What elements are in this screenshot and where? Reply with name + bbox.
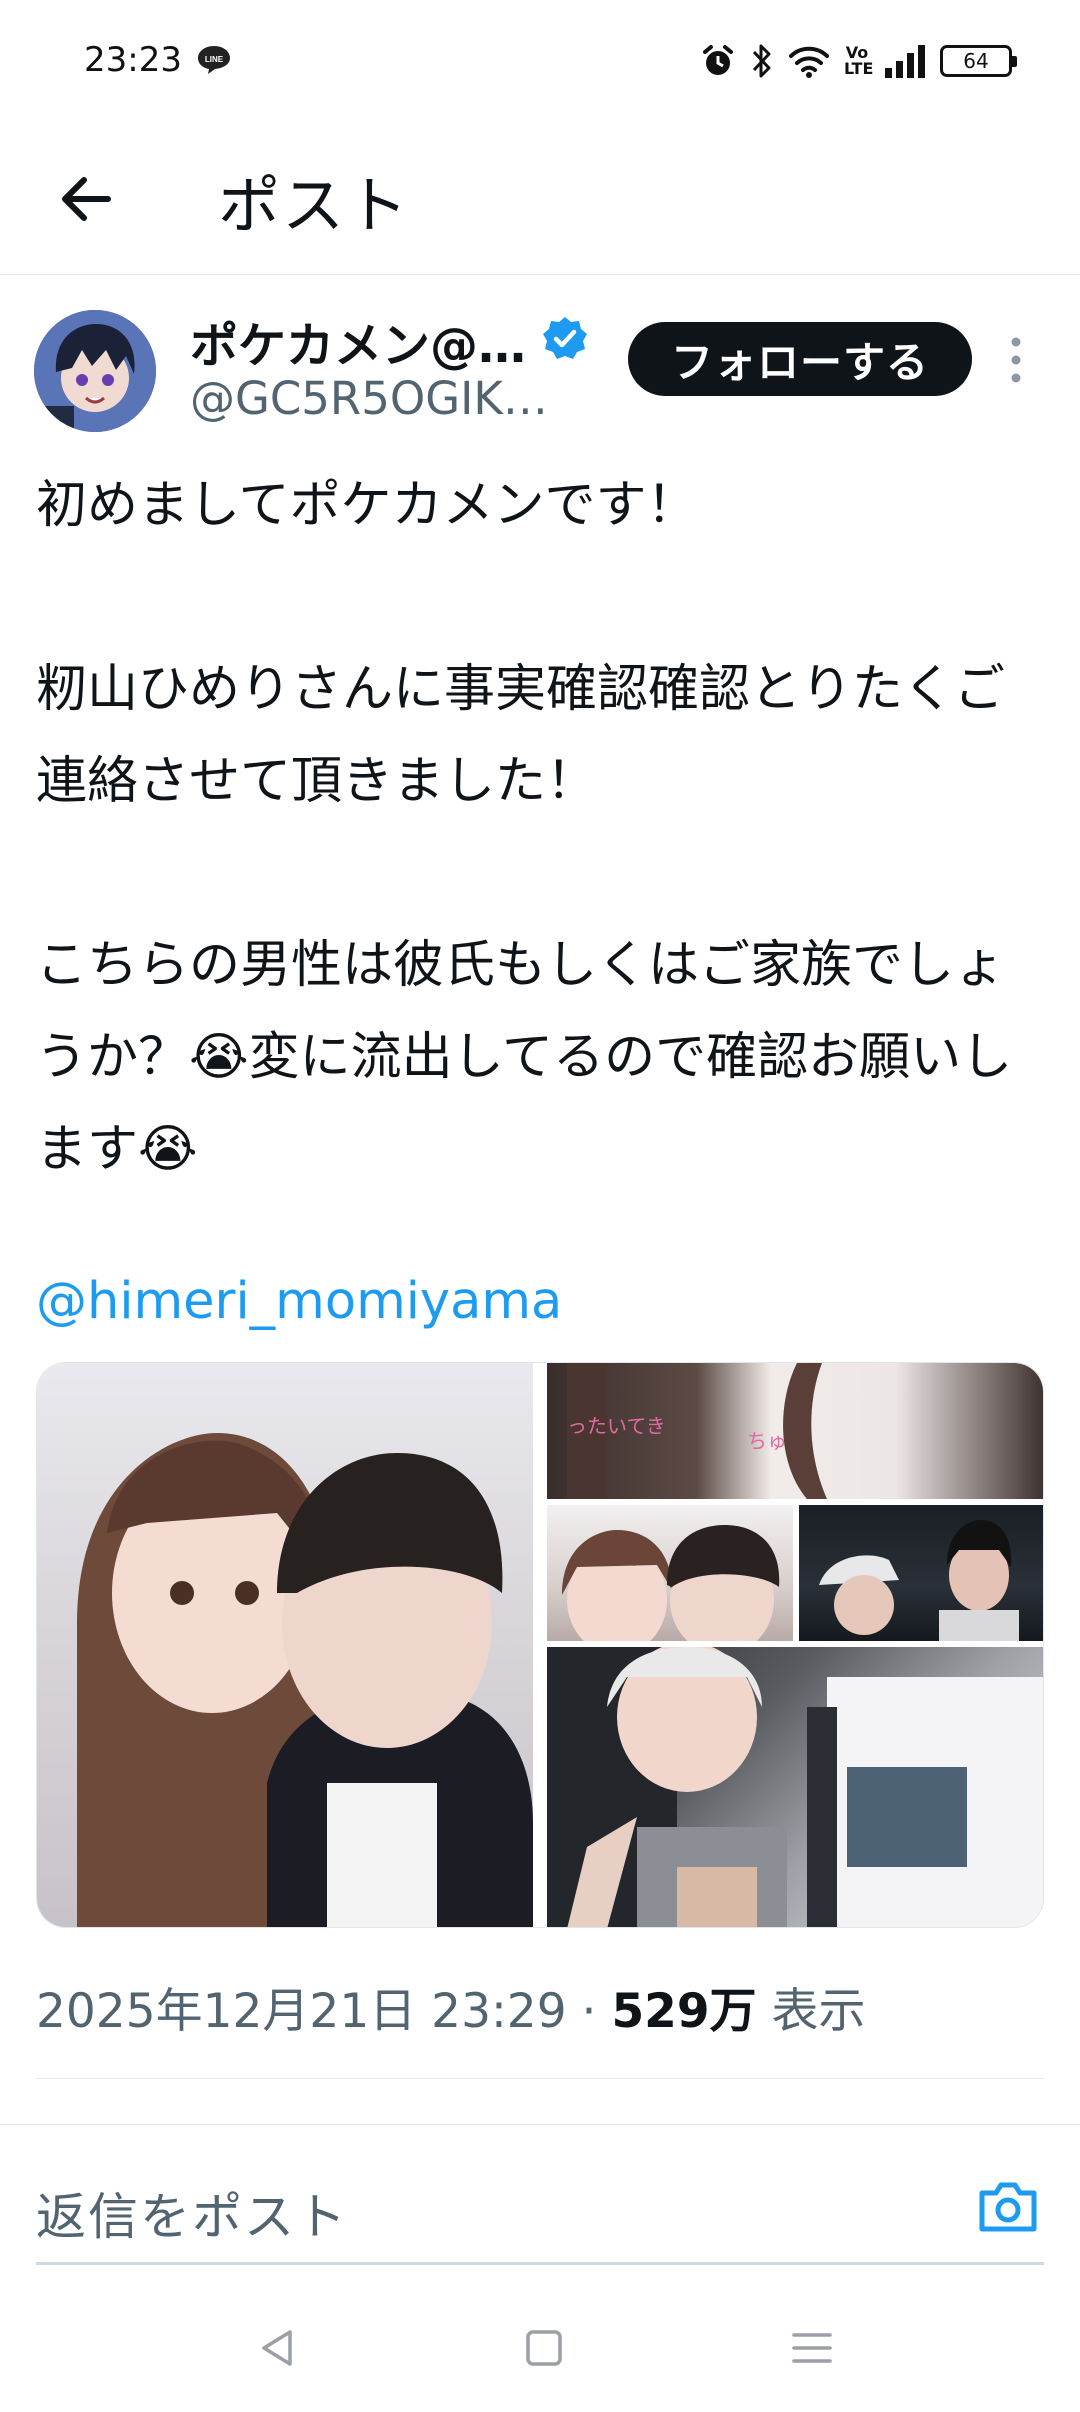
top-app-bar: ポスト [0,125,1080,275]
battery-level: 64 [963,49,989,73]
back-arrow-icon[interactable] [52,165,120,233]
page-title: ポスト [218,169,411,242]
tweet-text: 初めましてポケカメンです！ 籾山ひめりさんに事実確認確認とりたくご連絡させて頂き… [36,460,1046,1348]
author-display-name[interactable]: ポケカメン@… [190,306,526,376]
reply-bar: 返信をポスト [0,2124,1080,2262]
volte-icon: Vo LTE [844,43,874,78]
meta-separator: · [566,1984,612,2039]
tweet-paragraph-3: こちらの男性は彼氏もしくはご家族でしょうか？😭変に流出してるので確認お願いします… [36,936,1013,1179]
divider [36,2078,1044,2079]
reply-input-underline [36,2262,1044,2265]
view-count[interactable]: 529万 [611,1984,756,2039]
more-options-icon[interactable] [1002,332,1030,388]
nav-home-icon[interactable] [516,2320,572,2376]
tweet-meta: 2025年12月21日 23:29 · 529万 表示 [36,1972,866,2041]
wifi-icon [789,46,829,78]
avatar[interactable] [34,310,156,432]
author-handle[interactable]: @GC5R5OGIK… [190,372,548,425]
svg-text:LINE: LINE [205,55,224,64]
signal-icon [885,45,925,78]
battery-icon: 64 [940,45,1017,77]
status-bar: 23:23 LINE Vo LTE 64 [0,0,1080,125]
nav-back-icon[interactable] [250,2320,306,2376]
tweet-line-1: 初めましてポケカメンです！ [36,476,698,535]
alarm-icon [703,45,733,75]
media-photo-4[interactable] [799,1505,1043,1641]
media-photo-1[interactable] [37,1363,533,1927]
reply-input[interactable]: 返信をポスト [36,2177,348,2249]
tweet-paragraph-2: 籾山ひめりさんに事実確認確認とりたくご連絡させて頂きました！ [36,660,1006,811]
line-app-icon: LINE [198,46,230,74]
camera-icon[interactable] [976,2177,1040,2235]
system-nav-bar [0,2280,1080,2412]
media-photo-5[interactable] [547,1647,1043,1927]
follow-button[interactable]: フォローする [628,322,972,396]
nav-menu-icon[interactable] [784,2320,840,2376]
verified-badge-icon [543,317,587,359]
svg-text:ちゅ: ちゅ [747,1429,787,1453]
status-icons: Vo LTE 64 [700,38,1017,84]
mention-link[interactable]: @himeri_momiyama [36,1256,1046,1348]
svg-text:ったいてき: ったいてき [567,1414,666,1438]
view-label: 表示 [756,1984,866,2039]
media-photo-2[interactable]: ったいてき ちゅ [547,1363,1043,1499]
bluetooth-icon [752,44,771,78]
status-time: 23:23 [84,40,182,80]
tweet-timestamp[interactable]: 2025年12月21日 23:29 [36,1984,567,2039]
avatar-image [34,310,156,432]
media-grid: ったいてき ちゅ [36,1362,1044,1928]
media-photo-3[interactable] [547,1505,793,1641]
